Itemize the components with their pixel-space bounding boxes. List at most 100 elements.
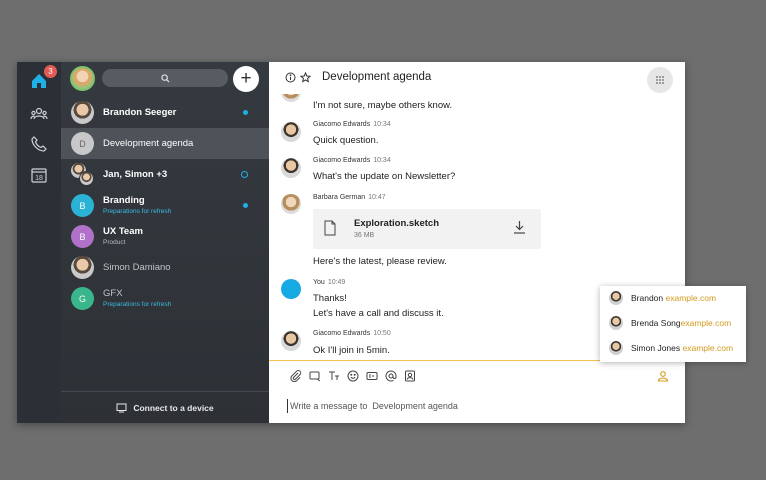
- mention-label: Brandon example.com: [631, 293, 716, 303]
- paperclip-icon: [289, 369, 301, 382]
- conversation-item-development-agenda[interactable]: D Development agenda: [61, 128, 269, 159]
- sender-name: Barbara German: [313, 194, 366, 201]
- avatar: [71, 101, 94, 124]
- format-text-button[interactable]: [327, 369, 340, 382]
- mention-label: Brenda Songexample.com: [631, 318, 731, 328]
- home-button[interactable]: 3: [29, 65, 57, 91]
- star-icon[interactable]: [300, 72, 311, 83]
- message-text: Thanks!: [313, 293, 347, 304]
- conversation-name: Branding: [103, 195, 145, 206]
- conversation-name: Jan, Simon +3: [103, 169, 168, 180]
- nav-rail: 3 18: [17, 62, 61, 423]
- person-mention-icon[interactable]: [657, 370, 669, 382]
- plus-icon: +: [240, 67, 252, 89]
- download-icon[interactable]: [513, 220, 526, 234]
- avatar: B: [71, 194, 94, 217]
- gif-icon: [366, 371, 377, 380]
- compose-area: [269, 360, 685, 423]
- conversation-subtitle: Preparations for refresh: [103, 208, 172, 215]
- message-text: Quick question.: [313, 135, 379, 146]
- avatar: [281, 331, 301, 351]
- conversation-item-gfx[interactable]: G GFX Preparations for refresh: [61, 283, 269, 314]
- unread-dot: [243, 203, 248, 208]
- message-meta: Giacomo Edwards 10:34: [313, 121, 391, 128]
- message-meta: You 10:49: [313, 279, 345, 286]
- file-attachment[interactable]: Exploration.sketch 36 MB: [313, 209, 541, 249]
- avatar: [609, 316, 623, 330]
- app-window: 3 18 + Brandon Seeger D Development agen: [17, 62, 685, 423]
- conversation-name: Development agenda: [103, 138, 194, 149]
- mention-domain: example.com: [665, 293, 717, 303]
- message-time: 10:47: [368, 194, 386, 201]
- mention-name: Brenda Song: [631, 318, 681, 328]
- message-text: Ok I'll join in 5min.: [313, 345, 390, 356]
- attach-button[interactable]: [289, 369, 302, 382]
- gif-button[interactable]: [365, 369, 378, 382]
- conversation-item-simon-damiano[interactable]: Simon Damiano: [61, 252, 269, 283]
- file-name: Exploration.sketch: [354, 218, 439, 229]
- message-text: I'm not sure, maybe others know.: [313, 100, 453, 111]
- calendar-icon: 18: [31, 168, 47, 183]
- sender-name: Giacomo Edwards: [313, 121, 371, 128]
- avatar: [71, 256, 94, 279]
- list-toolbar: +: [61, 62, 269, 96]
- contact-card-icon: [404, 370, 415, 381]
- avatar: B: [71, 225, 94, 248]
- unread-dot: [243, 110, 248, 115]
- message-text: Let's have a call and discuss it.: [313, 308, 444, 319]
- sender-name: Giacomo Edwards: [313, 330, 371, 337]
- screenshot-button[interactable]: [308, 369, 321, 382]
- sender-name: Giacomo Edwards: [313, 157, 371, 164]
- text-format-icon: [328, 371, 339, 380]
- apps-button[interactable]: [647, 67, 673, 93]
- calendar-button[interactable]: 18: [29, 165, 49, 185]
- avatar: [281, 279, 301, 299]
- conversation-item-ux-team[interactable]: B UX Team Product: [61, 221, 269, 252]
- mention-button[interactable]: [384, 369, 397, 382]
- new-conversation-button[interactable]: +: [233, 66, 259, 92]
- conversation-item-branding[interactable]: B Branding Preparations for refresh: [61, 190, 269, 221]
- message-meta: Giacomo Edwards 10:34: [313, 157, 391, 164]
- notification-badge: 3: [44, 65, 57, 78]
- svg-text:18: 18: [35, 175, 43, 182]
- activity-ring-icon: [241, 171, 248, 178]
- mention-option-brandon[interactable]: Brandon example.com: [600, 286, 746, 310]
- avatar: [281, 158, 301, 178]
- avatar: [281, 94, 301, 102]
- conversation-list-panel: + Brandon Seeger D Development agenda Ja…: [61, 62, 269, 423]
- mention-suggestions: Brandon example.com Brenda Songexample.c…: [600, 286, 746, 362]
- message-text: What's the update on Newsletter?: [313, 171, 456, 182]
- document-icon: [324, 220, 336, 236]
- calls-button[interactable]: [29, 134, 49, 154]
- chat-header: Development agenda: [269, 62, 685, 94]
- search-bar[interactable]: [102, 69, 228, 87]
- avatar: [609, 341, 623, 355]
- message-time: 10:34: [373, 157, 391, 164]
- message-input[interactable]: [287, 399, 477, 413]
- message-meta: Giacomo Edwards 10:50: [313, 330, 391, 337]
- emoji-icon: [347, 370, 358, 381]
- cast-icon: [116, 403, 127, 412]
- message-time: 10:50: [373, 330, 391, 337]
- mention-label: Simon Jones example.com: [631, 343, 733, 353]
- info-icon[interactable]: [285, 72, 296, 83]
- connect-device-label: Connect to a device: [133, 402, 214, 413]
- connect-device-button[interactable]: Connect to a device: [61, 391, 269, 423]
- my-avatar[interactable]: [70, 66, 95, 91]
- people-icon: [30, 107, 48, 120]
- contact-card-button[interactable]: [403, 369, 416, 382]
- emoji-button[interactable]: [346, 369, 359, 382]
- mention-name: Brandon: [631, 293, 664, 303]
- mention-option-simon-jones[interactable]: Simon Jones example.com: [600, 336, 746, 360]
- teams-button[interactable]: [29, 104, 49, 124]
- phone-icon: [31, 136, 47, 152]
- mention-option-brenda-song[interactable]: Brenda Songexample.com: [600, 311, 746, 335]
- search-icon: [160, 73, 170, 83]
- message-text: Here's the latest, please review.: [313, 256, 447, 267]
- conversation-item-brandon-seeger[interactable]: Brandon Seeger: [61, 97, 269, 128]
- file-size: 36 MB: [354, 232, 375, 239]
- conversation-subtitle: Product: [103, 239, 126, 246]
- conversation-item-jan-simon[interactable]: Jan, Simon +3: [61, 159, 269, 190]
- chat-title: Development agenda: [322, 71, 432, 83]
- sender-name: You: [313, 279, 325, 286]
